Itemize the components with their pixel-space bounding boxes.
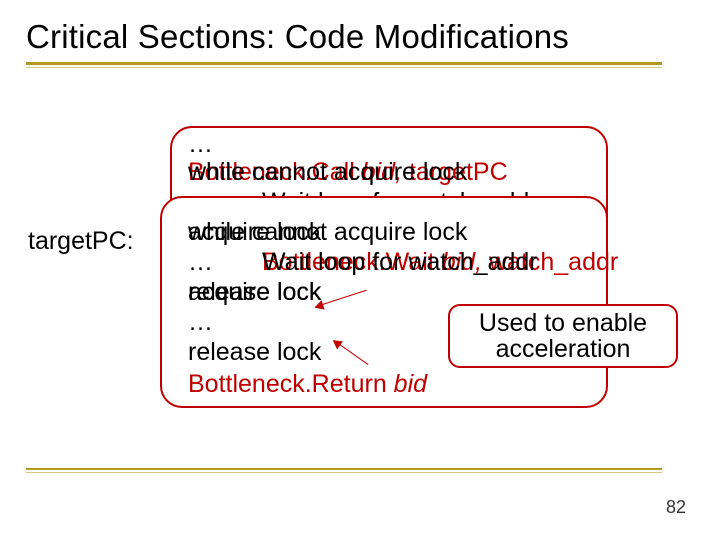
- callout-text: Used to enable acceleration: [458, 310, 668, 363]
- targetpc-label: targetPC:: [28, 227, 134, 256]
- page-title: Critical Sections: Code Modifications: [26, 18, 694, 56]
- dots-1: …: [188, 130, 213, 159]
- bottom-rule-thin: [26, 472, 662, 473]
- content-area: targetPC: … Bottleneck.Call bid, targetP…: [30, 118, 690, 438]
- slide: Critical Sections: Code Modifications ta…: [0, 0, 720, 540]
- callout-box: Used to enable acceleration: [448, 304, 678, 368]
- front-line5: release lock: [188, 338, 321, 367]
- return-red: Bottleneck.Return: [188, 370, 394, 398]
- dots-4: …: [188, 308, 213, 337]
- return-bid: bid: [394, 370, 427, 398]
- front-line3-overlap: Wait loop for watch_addr: [262, 248, 538, 277]
- bottom-rule: [26, 468, 662, 470]
- front-line4-overlap: release lock: [188, 278, 321, 307]
- title-rule-thin: [26, 67, 662, 68]
- title-rule: [26, 62, 662, 65]
- front-line2-overlap: acquire lock: [188, 218, 321, 247]
- dots-3: …: [188, 248, 213, 277]
- page-number: 82: [666, 497, 686, 518]
- back-line1-overlap: while cannot acquire lock: [188, 158, 467, 187]
- front-line6: Bottleneck.Return bid: [188, 370, 427, 399]
